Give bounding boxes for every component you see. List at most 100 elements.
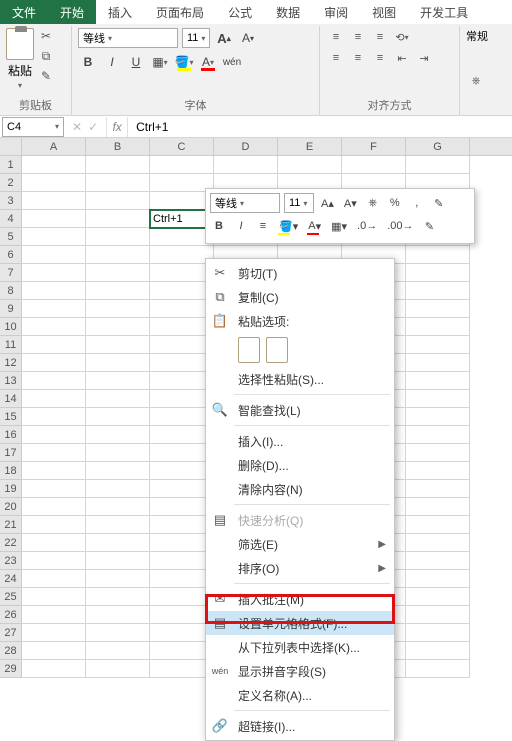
cell[interactable] <box>406 444 470 462</box>
row-header[interactable]: 6 <box>0 246 22 264</box>
cell[interactable] <box>22 246 86 264</box>
row-header[interactable]: 10 <box>0 318 22 336</box>
cell[interactable] <box>86 264 150 282</box>
ctx-smart-lookup[interactable]: 🔍智能查找(L) <box>206 398 394 422</box>
cell[interactable] <box>86 606 150 624</box>
cell[interactable] <box>22 606 86 624</box>
row-header[interactable]: 13 <box>0 372 22 390</box>
orientation-icon[interactable]: ⟲▾ <box>392 28 412 46</box>
cell[interactable] <box>406 264 470 282</box>
cell[interactable] <box>22 354 86 372</box>
cell[interactable] <box>406 282 470 300</box>
decrease-decimal-icon[interactable]: .0→ <box>354 216 380 236</box>
increase-font-icon[interactable]: A▴ <box>318 193 337 213</box>
align-top-icon[interactable]: ≡ <box>326 28 346 46</box>
paste-option-2[interactable] <box>266 337 288 363</box>
cell[interactable] <box>86 426 150 444</box>
cell[interactable] <box>406 588 470 606</box>
row-header[interactable]: 16 <box>0 426 22 444</box>
select-all-corner[interactable] <box>0 138 22 155</box>
fill-color-icon[interactable]: 🪣▾ <box>276 216 301 236</box>
cell[interactable] <box>22 480 86 498</box>
ctx-define-name[interactable]: 定义名称(A)... <box>206 683 394 707</box>
cell[interactable] <box>86 354 150 372</box>
cell[interactable] <box>406 606 470 624</box>
row-header[interactable]: 24 <box>0 570 22 588</box>
name-box[interactable]: C4▾ <box>2 117 64 137</box>
cell[interactable] <box>22 660 86 678</box>
ctx-sort[interactable]: 排序(O)▶ <box>206 556 394 580</box>
cell[interactable] <box>214 156 278 174</box>
cell[interactable] <box>22 426 86 444</box>
row-header[interactable]: 11 <box>0 336 22 354</box>
border-icon[interactable]: ▦▾ <box>328 216 350 236</box>
cell[interactable] <box>22 642 86 660</box>
row-header[interactable]: 18 <box>0 462 22 480</box>
font-name-combo[interactable]: 等线▾ <box>78 28 178 48</box>
cell[interactable] <box>406 336 470 354</box>
cell[interactable] <box>406 246 470 264</box>
increase-font-icon[interactable]: A▴ <box>214 28 234 48</box>
align-icon[interactable]: ≡ <box>254 216 272 236</box>
cell[interactable] <box>406 372 470 390</box>
tab-home[interactable]: 开始 <box>48 0 96 24</box>
cell[interactable] <box>22 336 86 354</box>
cell[interactable] <box>86 210 150 228</box>
ctx-hyperlink[interactable]: 🔗超链接(I)... <box>206 714 394 738</box>
percent-icon[interactable]: % <box>386 193 404 213</box>
cell[interactable] <box>22 264 86 282</box>
cell[interactable] <box>406 318 470 336</box>
ctx-format-cells[interactable]: ▤设置单元格格式(F)... <box>206 611 394 635</box>
cell[interactable] <box>86 444 150 462</box>
increase-decimal-icon[interactable]: .00→ <box>384 216 416 236</box>
fx-icon[interactable]: fx <box>106 117 128 137</box>
row-header[interactable]: 20 <box>0 498 22 516</box>
tab-insert[interactable]: 插入 <box>96 0 144 24</box>
cell[interactable] <box>22 156 86 174</box>
tab-view[interactable]: 视图 <box>360 0 408 24</box>
format-painter-icon[interactable]: ✎ <box>430 193 448 213</box>
cell[interactable] <box>86 372 150 390</box>
tab-dev[interactable]: 开发工具 <box>408 0 480 24</box>
col-header[interactable]: G <box>406 138 470 155</box>
row-header[interactable]: 28 <box>0 642 22 660</box>
cell[interactable] <box>86 570 150 588</box>
ctx-copy[interactable]: ⧉复制(C) <box>206 285 394 309</box>
cell[interactable] <box>22 318 86 336</box>
cell[interactable] <box>406 426 470 444</box>
cell[interactable] <box>406 156 470 174</box>
cell[interactable] <box>22 228 86 246</box>
cell[interactable] <box>86 156 150 174</box>
col-header[interactable]: F <box>342 138 406 155</box>
cell[interactable] <box>406 534 470 552</box>
cell[interactable] <box>22 444 86 462</box>
ctx-insert[interactable]: 插入(I)... <box>206 429 394 453</box>
cell[interactable] <box>22 570 86 588</box>
col-header[interactable]: B <box>86 138 150 155</box>
decrease-indent-icon[interactable]: ⇤ <box>392 49 412 67</box>
pinyin-button[interactable]: wén <box>222 52 242 72</box>
mini-size-combo[interactable]: 11▾ <box>284 193 314 213</box>
cell[interactable] <box>86 246 150 264</box>
fill-color-button[interactable]: 🪣▾ <box>174 52 194 72</box>
tab-file[interactable]: 文件 <box>0 0 48 24</box>
cell[interactable] <box>86 408 150 426</box>
cell[interactable] <box>22 588 86 606</box>
bold-button[interactable]: B <box>210 216 228 236</box>
tab-data[interactable]: 数据 <box>264 0 312 24</box>
cell[interactable] <box>86 462 150 480</box>
cell[interactable] <box>86 192 150 210</box>
cell[interactable] <box>86 390 150 408</box>
cell[interactable] <box>278 156 342 174</box>
decrease-font-icon[interactable]: A▾ <box>238 28 258 48</box>
cell[interactable] <box>406 408 470 426</box>
tab-layout[interactable]: 页面布局 <box>144 0 216 24</box>
align-bottom-icon[interactable]: ≡ <box>370 28 390 46</box>
increase-indent-icon[interactable]: ⇥ <box>414 49 434 67</box>
cell[interactable] <box>86 300 150 318</box>
cell[interactable] <box>86 318 150 336</box>
row-header[interactable]: 8 <box>0 282 22 300</box>
row-header[interactable]: 1 <box>0 156 22 174</box>
row-header[interactable]: 7 <box>0 264 22 282</box>
cell[interactable] <box>150 156 214 174</box>
